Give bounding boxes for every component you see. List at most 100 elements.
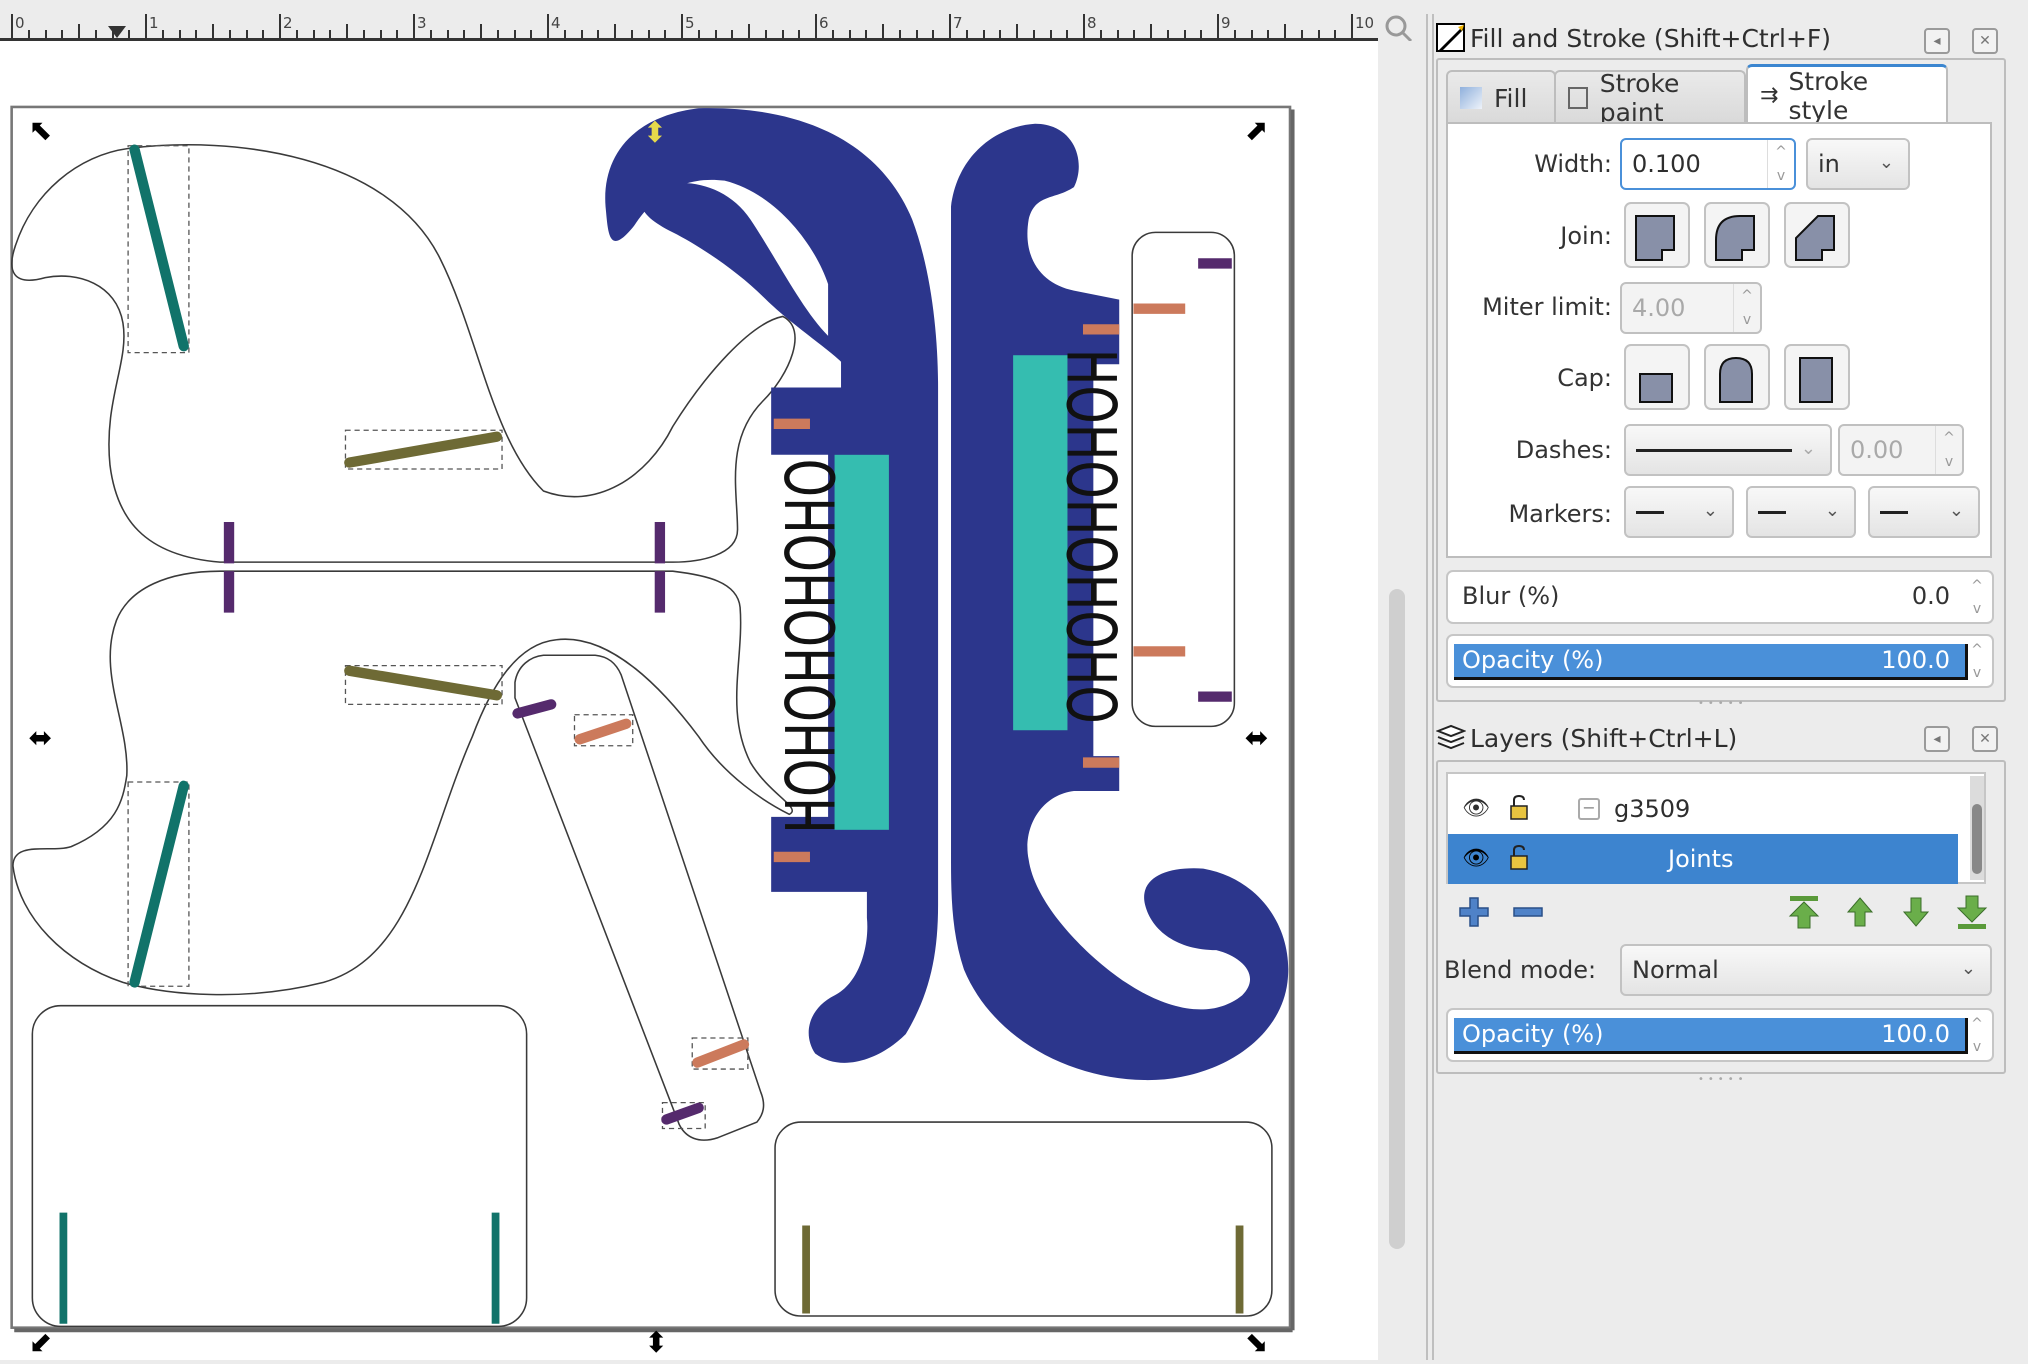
width-input[interactable]: 0.100 ^ v: [1620, 138, 1796, 190]
scrollbar-thumb[interactable]: [1389, 589, 1405, 1249]
scale-handle-e[interactable]: ⬌: [1245, 721, 1269, 754]
layer-name: g3509: [1614, 795, 1691, 823]
unlocked-icon[interactable]: [1508, 794, 1530, 822]
ruler-minor-tick: [1317, 30, 1320, 38]
miter-join-button[interactable]: [1624, 202, 1690, 268]
tab-stroke-paint[interactable]: Stroke paint: [1554, 69, 1746, 127]
ruler-major-tick: [1351, 14, 1353, 38]
unlocked-icon[interactable]: [1508, 844, 1530, 872]
tab-stroke-style[interactable]: ⇉ Stroke style: [1746, 64, 1948, 125]
ruler-minor-tick: [764, 30, 767, 38]
blur-spin-arrows[interactable]: ^ v: [1964, 574, 1990, 620]
dash-offset-arrows[interactable]: ^ v: [1935, 426, 1962, 474]
butt-cap-button[interactable]: [1624, 344, 1690, 410]
ruler-minor-tick: [865, 30, 868, 38]
round-join-icon: [1715, 215, 1755, 261]
scale-handle-n[interactable]: ⬍: [643, 116, 667, 149]
no-marker-icon: [1758, 510, 1786, 514]
scale-handle-sw[interactable]: ⬋: [28, 1326, 52, 1359]
mid-marker-select[interactable]: ⌄: [1746, 486, 1856, 538]
end-marker-select[interactable]: ⌄: [1868, 486, 1980, 538]
no-marker-icon: [1880, 510, 1908, 514]
raise-layer-icon[interactable]: [1842, 894, 1878, 930]
fill-stroke-title-bar: Fill and Stroke (Shift+Ctrl+F): [1436, 18, 1831, 58]
ruler-minor-tick: [798, 30, 801, 38]
bevel-join-button[interactable]: [1784, 202, 1850, 268]
dash-offset-input[interactable]: 0.00 ^ v: [1838, 424, 1964, 476]
ruler-minor-tick: [1183, 30, 1186, 38]
join-label: Join:: [1560, 222, 1612, 250]
lower-layer-icon[interactable]: [1898, 894, 1934, 930]
round-cap-button[interactable]: [1704, 344, 1770, 410]
opacity-spin-arrows[interactable]: ^ v: [1964, 638, 1990, 684]
cap-label: Cap:: [1557, 364, 1612, 392]
remove-layer-icon[interactable]: [1510, 894, 1546, 930]
ruler-label: 3: [417, 14, 427, 32]
visibility-eye-icon[interactable]: 👁: [1462, 796, 1490, 821]
layer-row-selected[interactable]: 👁 Joints: [1448, 834, 1958, 884]
scale-handle-s[interactable]: ⬍: [644, 1326, 668, 1359]
drawing-canvas[interactable]: HOHOHOHOHO HOHOHOHOHO ⬉ ⬈ ⬌ ⬌ ⬋ ⬍ ⬊ ⬍: [0, 41, 1378, 1360]
blur-slider[interactable]: Blur (%) 0.0 ^ v: [1446, 570, 1994, 624]
layers-close-button[interactable]: ✕: [1972, 726, 1998, 752]
fill-stroke-icon: [1436, 23, 1465, 52]
fill-stroke-close-button[interactable]: ✕: [1972, 28, 1998, 54]
markers-label: Markers:: [1508, 500, 1612, 528]
canvas-drawing[interactable]: HOHOHOHOHO HOHOHOHOHO ⬉ ⬈ ⬌ ⬌ ⬋ ⬍ ⬊ ⬍: [0, 41, 1378, 1360]
miter-join-icon: [1635, 215, 1675, 261]
blend-mode-select[interactable]: Normal ⌄: [1620, 944, 1992, 996]
no-marker-icon: [1636, 510, 1664, 514]
canvas-vertical-scrollbar[interactable]: [1380, 41, 1414, 1360]
round-join-button[interactable]: [1704, 202, 1770, 268]
raise-to-top-icon[interactable]: [1786, 894, 1822, 930]
ruler-minor-tick: [898, 30, 901, 38]
ruler-label: 5: [685, 14, 695, 32]
collapse-toggle[interactable]: −: [1578, 798, 1600, 820]
fill-stroke-iconify-button[interactable]: ◂: [1924, 28, 1950, 54]
panel-resize-grip[interactable]: •••••: [1698, 1074, 1748, 1085]
ruler-minor-tick: [1116, 30, 1119, 38]
ruler-minor-tick: [396, 30, 399, 38]
layer-list-scrollbar[interactable]: [1970, 776, 1984, 880]
shape-text-right[interactable]: HOHOHOHOHO: [1051, 349, 1129, 724]
scrollbar-thumb[interactable]: [1972, 804, 1982, 874]
ruler-label: 9: [1221, 14, 1231, 32]
layers-title: Layers (Shift+Ctrl+L): [1470, 723, 1738, 753]
ruler-minor-tick: [580, 30, 583, 38]
horizontal-ruler[interactable]: 0 1 2 3 4 5 6 7 8 9 10: [0, 0, 1378, 41]
lower-to-bottom-icon[interactable]: [1954, 894, 1990, 930]
ruler-minor-tick: [262, 30, 265, 38]
layers-iconify-button[interactable]: ◂: [1924, 726, 1950, 752]
layer-list[interactable]: 👁 − g3509 👁 Joints: [1446, 772, 1986, 884]
width-unit-select[interactable]: in ⌄: [1806, 138, 1910, 190]
dock-separator[interactable]: [1426, 14, 1434, 1360]
ruler-minor-tick: [480, 24, 482, 38]
miter-limit-input[interactable]: 4.00 ^ v: [1620, 282, 1762, 334]
scale-handle-w[interactable]: ⬌: [28, 721, 52, 754]
visibility-eye-icon[interactable]: 👁: [1462, 846, 1490, 871]
layer-row[interactable]: 👁 − g3509: [1448, 784, 1958, 834]
object-opacity-slider[interactable]: Opacity (%) 100.0 ^ v: [1446, 634, 1994, 688]
scale-handle-se[interactable]: ⬊: [1245, 1326, 1269, 1359]
layer-name: Joints: [1668, 845, 1734, 873]
width-spin-arrows[interactable]: ^ v: [1767, 140, 1794, 188]
miter-spin-arrows[interactable]: ^ v: [1733, 284, 1760, 332]
ruler-label: 1: [149, 14, 159, 32]
dash-pattern-select[interactable]: ⌄: [1624, 424, 1832, 476]
ruler-minor-tick: [329, 30, 332, 38]
tab-fill[interactable]: Fill: [1446, 70, 1556, 124]
scale-handle-nw[interactable]: ⬉: [28, 113, 52, 146]
square-cap-button[interactable]: [1784, 344, 1850, 410]
shape-text-left[interactable]: HOHOHOHOHO: [773, 459, 851, 834]
layer-opacity-slider[interactable]: Opacity (%) 100.0 ^ v: [1446, 1008, 1994, 1062]
start-marker-select[interactable]: ⌄: [1624, 486, 1734, 538]
ruler-minor-tick: [748, 24, 750, 38]
ruler-pointer-marker: [108, 26, 126, 38]
add-layer-icon[interactable]: [1456, 894, 1492, 930]
layer-opacity-arrows[interactable]: ^ v: [1964, 1012, 1990, 1058]
scale-handle-ne[interactable]: ⬈: [1245, 113, 1269, 146]
ruler-major-tick: [547, 14, 549, 38]
zoom-corner-icon[interactable]: [1384, 14, 1414, 44]
panel-resize-grip[interactable]: •••••: [1698, 698, 1748, 709]
chevron-down-icon: ⌄: [1824, 500, 1840, 521]
